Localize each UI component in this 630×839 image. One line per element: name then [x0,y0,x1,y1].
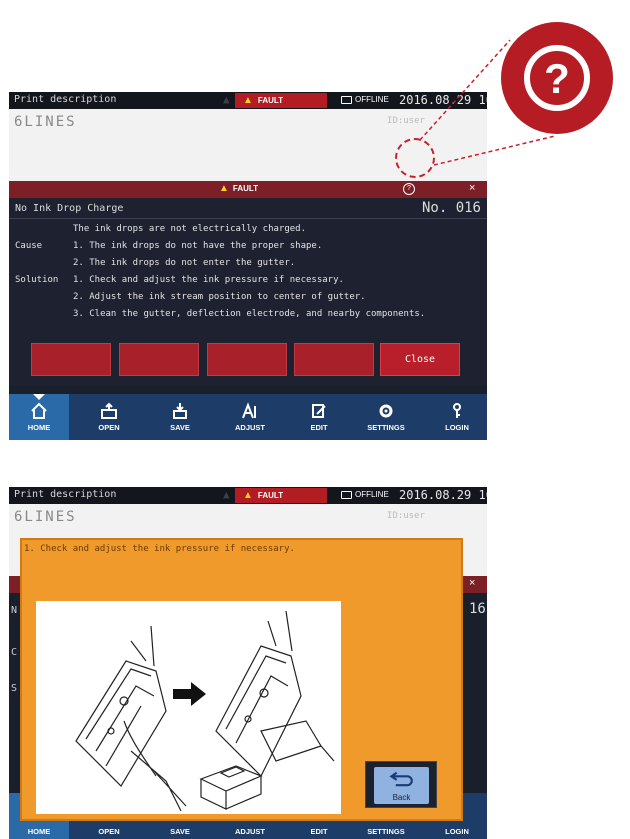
status-bar: Print description ▲ ▲ FAULT OFFLINE 2016.… [9,487,487,504]
fault-badge[interactable]: ▲ FAULT [235,488,327,503]
printhead-diagram [75,610,335,812]
warning-icon: ▲ [243,490,253,501]
back-button[interactable]: Back [365,761,437,808]
callout-magnifier: ? [501,22,613,134]
offline-status: OFFLINE [341,490,389,499]
solution-popup: 1. Check and adjust the ink pressure if … [20,538,463,821]
print-line-text: 6LINES [14,509,77,525]
user-id: ID:user [387,511,425,521]
warning-icon: ▲ [223,488,230,501]
popup-header: 1. Check and adjust the ink pressure if … [24,544,295,554]
cause-label-partial: C [11,647,18,658]
fault-number-partial: 16 [469,601,486,617]
solution-label-partial: S [11,683,18,694]
help-icon: ? [524,45,590,111]
datetime: 2016.08.29 10:39 [399,488,487,502]
close-icon: × [469,577,476,589]
ink-pressure-illustration [36,601,341,814]
svg-text:?: ? [544,55,570,102]
page-title: Print description [14,489,117,500]
monitor-icon [341,491,352,499]
back-label: Back [392,793,411,802]
solution-detail-screen: Print description ▲ ▲ FAULT OFFLINE 2016.… [9,487,487,839]
fault-name-partial: N [11,605,18,616]
back-button-face: Back [374,767,429,804]
callout-highlight-ring [395,138,435,178]
back-arrow-icon [389,771,413,787]
